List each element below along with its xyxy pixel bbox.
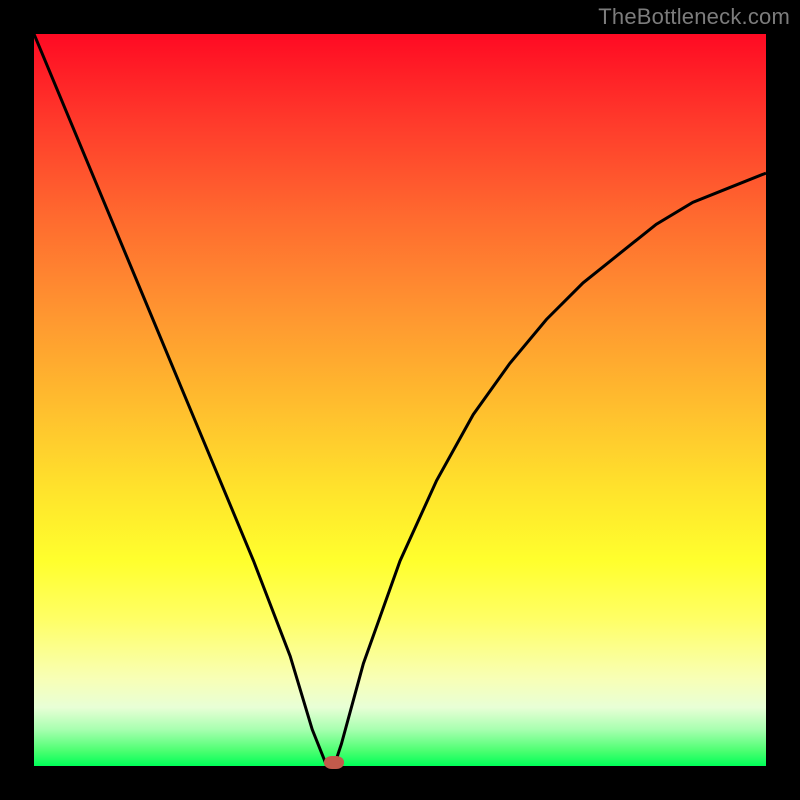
plot-area [34, 34, 766, 766]
chart-frame: TheBottleneck.com [0, 0, 800, 800]
bottleneck-curve [34, 34, 766, 766]
watermark-text: TheBottleneck.com [598, 4, 790, 30]
optimal-point-marker [324, 756, 344, 769]
curve-path [34, 34, 766, 766]
